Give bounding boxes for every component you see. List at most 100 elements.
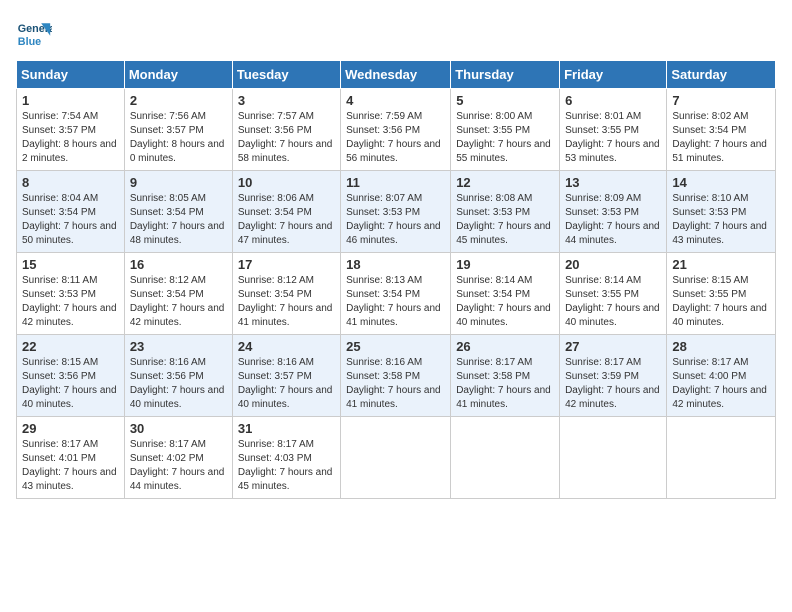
day-cell-24: 24 Sunrise: 8:16 AM Sunset: 3:57 PM Dayl…	[232, 335, 340, 417]
day-cell-11: 11 Sunrise: 8:07 AM Sunset: 3:53 PM Dayl…	[341, 171, 451, 253]
svg-text:Blue: Blue	[18, 36, 41, 48]
day-header-friday: Friday	[560, 61, 667, 89]
day-info: Sunrise: 8:14 AM Sunset: 3:54 PM Dayligh…	[456, 274, 554, 330]
empty-cell	[341, 417, 451, 499]
day-cell-22: 22 Sunrise: 8:15 AM Sunset: 3:56 PM Dayl…	[17, 335, 125, 417]
day-cell-3: 3 Sunrise: 7:57 AM Sunset: 3:56 PM Dayli…	[232, 89, 340, 171]
day-number: 1	[22, 93, 119, 108]
day-header-wednesday: Wednesday	[341, 61, 451, 89]
day-info: Sunrise: 7:59 AM Sunset: 3:56 PM Dayligh…	[346, 110, 445, 166]
day-number: 30	[130, 421, 227, 436]
day-number: 14	[672, 175, 770, 190]
day-cell-13: 13 Sunrise: 8:09 AM Sunset: 3:53 PM Dayl…	[560, 171, 667, 253]
calendar-body: 1 Sunrise: 7:54 AM Sunset: 3:57 PM Dayli…	[17, 89, 776, 499]
day-header-sunday: Sunday	[17, 61, 125, 89]
day-cell-12: 12 Sunrise: 8:08 AM Sunset: 3:53 PM Dayl…	[451, 171, 560, 253]
day-number: 4	[346, 93, 445, 108]
day-cell-19: 19 Sunrise: 8:14 AM Sunset: 3:54 PM Dayl…	[451, 253, 560, 335]
day-info: Sunrise: 8:00 AM Sunset: 3:55 PM Dayligh…	[456, 110, 554, 166]
day-info: Sunrise: 8:05 AM Sunset: 3:54 PM Dayligh…	[130, 192, 227, 248]
day-number: 21	[672, 257, 770, 272]
day-cell-14: 14 Sunrise: 8:10 AM Sunset: 3:53 PM Dayl…	[667, 171, 776, 253]
week-row-5: 29 Sunrise: 8:17 AM Sunset: 4:01 PM Dayl…	[17, 417, 776, 499]
day-cell-7: 7 Sunrise: 8:02 AM Sunset: 3:54 PM Dayli…	[667, 89, 776, 171]
logo: General Blue	[16, 16, 56, 52]
day-header-thursday: Thursday	[451, 61, 560, 89]
day-header-tuesday: Tuesday	[232, 61, 340, 89]
day-info: Sunrise: 8:17 AM Sunset: 3:59 PM Dayligh…	[565, 356, 661, 412]
day-cell-31: 31 Sunrise: 8:17 AM Sunset: 4:03 PM Dayl…	[232, 417, 340, 499]
day-info: Sunrise: 8:17 AM Sunset: 4:03 PM Dayligh…	[238, 438, 335, 494]
day-cell-5: 5 Sunrise: 8:00 AM Sunset: 3:55 PM Dayli…	[451, 89, 560, 171]
day-info: Sunrise: 8:01 AM Sunset: 3:55 PM Dayligh…	[565, 110, 661, 166]
day-info: Sunrise: 8:16 AM Sunset: 3:56 PM Dayligh…	[130, 356, 227, 412]
day-cell-28: 28 Sunrise: 8:17 AM Sunset: 4:00 PM Dayl…	[667, 335, 776, 417]
day-number: 27	[565, 339, 661, 354]
day-cell-26: 26 Sunrise: 8:17 AM Sunset: 3:58 PM Dayl…	[451, 335, 560, 417]
day-number: 16	[130, 257, 227, 272]
day-info: Sunrise: 8:06 AM Sunset: 3:54 PM Dayligh…	[238, 192, 335, 248]
day-info: Sunrise: 8:17 AM Sunset: 4:00 PM Dayligh…	[672, 356, 770, 412]
day-info: Sunrise: 8:10 AM Sunset: 3:53 PM Dayligh…	[672, 192, 770, 248]
day-info: Sunrise: 8:02 AM Sunset: 3:54 PM Dayligh…	[672, 110, 770, 166]
day-number: 24	[238, 339, 335, 354]
page-header: General Blue	[16, 16, 776, 52]
day-number: 28	[672, 339, 770, 354]
day-cell-30: 30 Sunrise: 8:17 AM Sunset: 4:02 PM Dayl…	[124, 417, 232, 499]
day-number: 25	[346, 339, 445, 354]
day-number: 2	[130, 93, 227, 108]
day-info: Sunrise: 8:11 AM Sunset: 3:53 PM Dayligh…	[22, 274, 119, 330]
day-number: 22	[22, 339, 119, 354]
day-number: 15	[22, 257, 119, 272]
day-number: 6	[565, 93, 661, 108]
day-info: Sunrise: 8:08 AM Sunset: 3:53 PM Dayligh…	[456, 192, 554, 248]
day-cell-23: 23 Sunrise: 8:16 AM Sunset: 3:56 PM Dayl…	[124, 335, 232, 417]
day-cell-16: 16 Sunrise: 8:12 AM Sunset: 3:54 PM Dayl…	[124, 253, 232, 335]
day-number: 17	[238, 257, 335, 272]
day-info: Sunrise: 8:16 AM Sunset: 3:58 PM Dayligh…	[346, 356, 445, 412]
calendar-header-row: SundayMondayTuesdayWednesdayThursdayFrid…	[17, 61, 776, 89]
week-row-2: 8 Sunrise: 8:04 AM Sunset: 3:54 PM Dayli…	[17, 171, 776, 253]
day-cell-9: 9 Sunrise: 8:05 AM Sunset: 3:54 PM Dayli…	[124, 171, 232, 253]
day-number: 12	[456, 175, 554, 190]
day-info: Sunrise: 8:12 AM Sunset: 3:54 PM Dayligh…	[238, 274, 335, 330]
day-info: Sunrise: 7:56 AM Sunset: 3:57 PM Dayligh…	[130, 110, 227, 166]
day-info: Sunrise: 8:14 AM Sunset: 3:55 PM Dayligh…	[565, 274, 661, 330]
day-number: 3	[238, 93, 335, 108]
day-cell-1: 1 Sunrise: 7:54 AM Sunset: 3:57 PM Dayli…	[17, 89, 125, 171]
empty-cell	[667, 417, 776, 499]
day-number: 26	[456, 339, 554, 354]
day-cell-29: 29 Sunrise: 8:17 AM Sunset: 4:01 PM Dayl…	[17, 417, 125, 499]
calendar-table: SundayMondayTuesdayWednesdayThursdayFrid…	[16, 60, 776, 499]
day-info: Sunrise: 8:17 AM Sunset: 4:02 PM Dayligh…	[130, 438, 227, 494]
day-number: 23	[130, 339, 227, 354]
day-number: 13	[565, 175, 661, 190]
day-number: 7	[672, 93, 770, 108]
day-info: Sunrise: 8:15 AM Sunset: 3:56 PM Dayligh…	[22, 356, 119, 412]
day-cell-20: 20 Sunrise: 8:14 AM Sunset: 3:55 PM Dayl…	[560, 253, 667, 335]
day-cell-27: 27 Sunrise: 8:17 AM Sunset: 3:59 PM Dayl…	[560, 335, 667, 417]
day-number: 29	[22, 421, 119, 436]
day-cell-6: 6 Sunrise: 8:01 AM Sunset: 3:55 PM Dayli…	[560, 89, 667, 171]
day-info: Sunrise: 8:13 AM Sunset: 3:54 PM Dayligh…	[346, 274, 445, 330]
day-cell-10: 10 Sunrise: 8:06 AM Sunset: 3:54 PM Dayl…	[232, 171, 340, 253]
day-cell-25: 25 Sunrise: 8:16 AM Sunset: 3:58 PM Dayl…	[341, 335, 451, 417]
day-info: Sunrise: 7:54 AM Sunset: 3:57 PM Dayligh…	[22, 110, 119, 166]
day-cell-17: 17 Sunrise: 8:12 AM Sunset: 3:54 PM Dayl…	[232, 253, 340, 335]
day-number: 8	[22, 175, 119, 190]
day-info: Sunrise: 8:04 AM Sunset: 3:54 PM Dayligh…	[22, 192, 119, 248]
day-header-monday: Monday	[124, 61, 232, 89]
day-number: 9	[130, 175, 227, 190]
day-info: Sunrise: 8:16 AM Sunset: 3:57 PM Dayligh…	[238, 356, 335, 412]
empty-cell	[451, 417, 560, 499]
day-number: 5	[456, 93, 554, 108]
day-number: 20	[565, 257, 661, 272]
day-cell-15: 15 Sunrise: 8:11 AM Sunset: 3:53 PM Dayl…	[17, 253, 125, 335]
day-info: Sunrise: 8:17 AM Sunset: 3:58 PM Dayligh…	[456, 356, 554, 412]
day-number: 11	[346, 175, 445, 190]
day-cell-18: 18 Sunrise: 8:13 AM Sunset: 3:54 PM Dayl…	[341, 253, 451, 335]
week-row-4: 22 Sunrise: 8:15 AM Sunset: 3:56 PM Dayl…	[17, 335, 776, 417]
day-info: Sunrise: 8:07 AM Sunset: 3:53 PM Dayligh…	[346, 192, 445, 248]
day-info: Sunrise: 8:17 AM Sunset: 4:01 PM Dayligh…	[22, 438, 119, 494]
day-header-saturday: Saturday	[667, 61, 776, 89]
